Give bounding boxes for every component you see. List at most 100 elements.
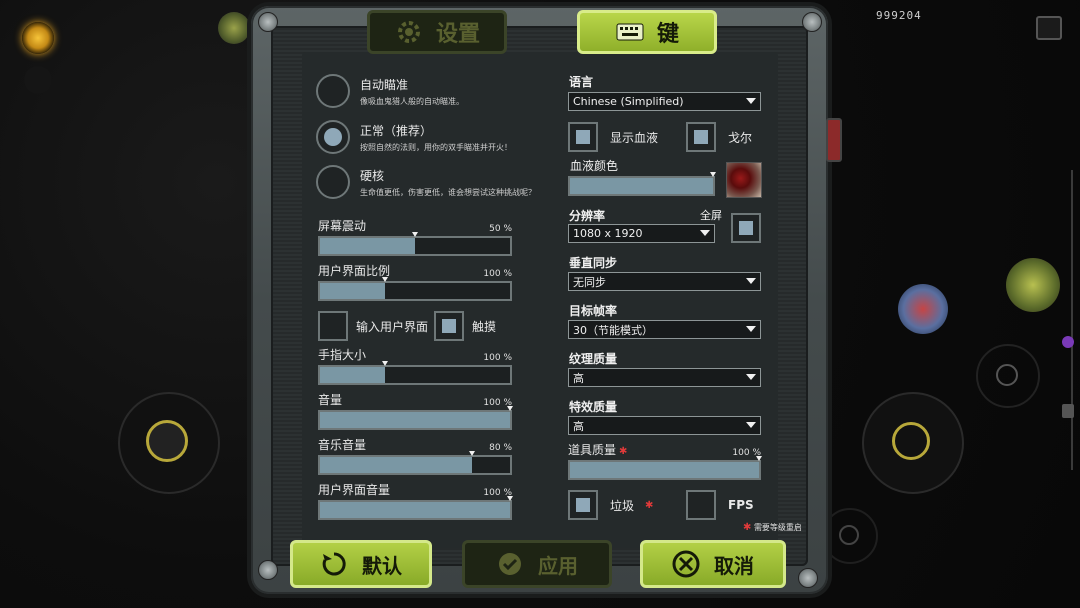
fps-toggle[interactable]: FPS [686,490,754,520]
input-ui-toggle[interactable]: 输入用户界面 [318,311,428,341]
slider-track[interactable] [318,232,512,256]
slider-handle[interactable] [381,277,388,282]
garbage-checkbox[interactable] [568,490,598,520]
move-joystick[interactable] [118,392,220,494]
vsync-label: 垂直同步 [569,256,618,270]
touch-checkbox[interactable] [434,311,464,341]
touch-toggle[interactable]: 触摸 [434,311,496,341]
ui-scale-slider[interactable]: 用户界面比例 100 % [318,263,512,301]
chevron-down-icon [746,278,756,284]
aim-mode-title: 硬核 [360,168,385,183]
aim-mode-radio[interactable] [316,165,350,199]
target-fps-dropdown[interactable]: 30（节能模式） [568,320,761,339]
slider-label: 手指大小 [318,348,367,362]
slider-handle[interactable] [412,232,418,237]
fullscreen-label: 全屏 [700,209,722,222]
slider-track[interactable] [318,277,512,301]
slider-handle[interactable] [710,172,716,177]
fullscreen-checkbox[interactable] [731,213,761,243]
gem-icon[interactable] [1062,336,1074,348]
chevron-down-icon [746,374,756,380]
default-button-label: 默认 [362,553,402,578]
slider-handle[interactable] [381,361,388,366]
resolution-value: 1080 x 1920 [573,227,643,240]
tab-keys[interactable]: 键 [577,10,717,54]
garbage-toggle[interactable]: 垃圾 ✱ [568,490,653,520]
slider-handle[interactable] [756,456,762,461]
language-label: 语言 [569,75,594,89]
tab-settings-label: 设置 [435,22,480,47]
dice-icon[interactable] [218,12,250,44]
gear-icon [394,20,424,44]
slider-fill [320,283,385,299]
slider-track[interactable] [568,456,762,480]
slider-track[interactable] [318,451,512,475]
ui-volume-slider[interactable]: 用户界面音量 100 % [318,482,513,520]
apply-button-label: 应用 [538,553,578,578]
slider-value: 80 % [489,443,512,453]
chevron-down-icon [746,326,756,332]
resolution-dropdown[interactable]: 1080 x 1920 [568,224,715,243]
weapon-icon[interactable] [898,284,948,334]
target-fps-label: 目标帧率 [569,304,618,318]
apply-button[interactable]: 应用 [462,540,612,588]
show-blood-checkbox[interactable] [568,122,598,152]
slider-fill [320,412,510,428]
slider-handle[interactable] [469,451,475,456]
aim-joystick[interactable] [862,392,964,494]
master-volume-slider[interactable]: 音量 100 % [318,392,513,430]
vsync-dropdown[interactable]: 无同步 [568,272,761,291]
keyboard-icon [615,20,645,44]
aim-mode-desc: 按照自然的法则，用你的双手瞄准并开火！ [360,142,512,152]
slider-label: 屏幕震动 [318,219,367,233]
bottom-crosshair-icon [839,525,859,545]
tab-settings[interactable]: 设置 [367,10,507,54]
gore-toggle[interactable]: 戈尔 [686,122,752,152]
effects-quality-dropdown[interactable]: 高 [568,416,761,435]
aim-mode-radio[interactable] [316,74,350,108]
sun-ability-icon[interactable] [22,22,54,54]
crosshair-icon[interactable] [892,422,930,460]
gore-checkbox[interactable] [686,122,716,152]
music-volume-slider[interactable]: 音乐音量 80 % [318,437,512,475]
input-ui-checkbox[interactable] [318,311,348,341]
move-joystick-knob[interactable] [146,420,188,462]
restart-note-text: 需要等级重启 [753,523,802,532]
slider-fill [320,238,415,254]
menu-icon[interactable] [1036,16,1062,40]
resolution-label: 分辨率 [569,209,606,223]
aim-mode-title: 自动瞄准 [360,77,409,92]
slider-track[interactable] [318,406,513,430]
screen-shake-slider[interactable]: 屏幕震动 50 % [318,218,512,256]
cancel-button[interactable]: 取消 [640,540,786,588]
slider-handle[interactable] [507,496,513,501]
edge-handle[interactable] [1062,404,1074,418]
bottom-aim-button[interactable] [822,508,878,564]
fps-label: FPS [728,498,754,512]
item-quality-slider[interactable]: 道具质量 ✱ 100 % [568,442,762,480]
effects-quality-value: 高 [573,419,584,433]
slider-track[interactable] [318,361,512,385]
blood-color-swatch[interactable] [726,162,762,198]
close-icon [672,550,700,578]
show-blood-toggle[interactable]: 显示血液 [568,122,658,152]
default-button[interactable]: 默认 [290,540,432,588]
aim-mode-normal[interactable]: 正常（推荐） 按照自然的法则，用你的双手瞄准并开火！ [316,120,512,154]
dice-item-icon[interactable] [1006,258,1060,312]
secondary-aim-button[interactable] [976,344,1040,408]
aim-mode-auto[interactable]: 自动瞄准 像吸血鬼猎人般的自动瞄准。 [316,74,464,108]
texture-quality-dropdown[interactable]: 高 [568,368,761,387]
slider-handle[interactable] [507,406,513,411]
aim-mode-radio[interactable] [316,120,350,154]
aim-mode-hardcore[interactable]: 硬核 生命值更低，伤害更低，谁会想尝试这种挑战呢？ [316,165,536,199]
blood-color-slider[interactable] [568,158,716,196]
finger-size-slider[interactable]: 手指大小 100 % [318,347,512,385]
language-dropdown[interactable]: Chinese (Simplified) [568,92,761,111]
check-icon [496,550,524,578]
fps-checkbox[interactable] [686,490,716,520]
effects-quality-label: 特效质量 [569,400,618,414]
slider-track[interactable] [568,172,716,196]
slider-label: 用户界面音量 [318,483,391,497]
slider-track[interactable] [318,496,513,520]
required-marker: ✱ [645,499,654,511]
